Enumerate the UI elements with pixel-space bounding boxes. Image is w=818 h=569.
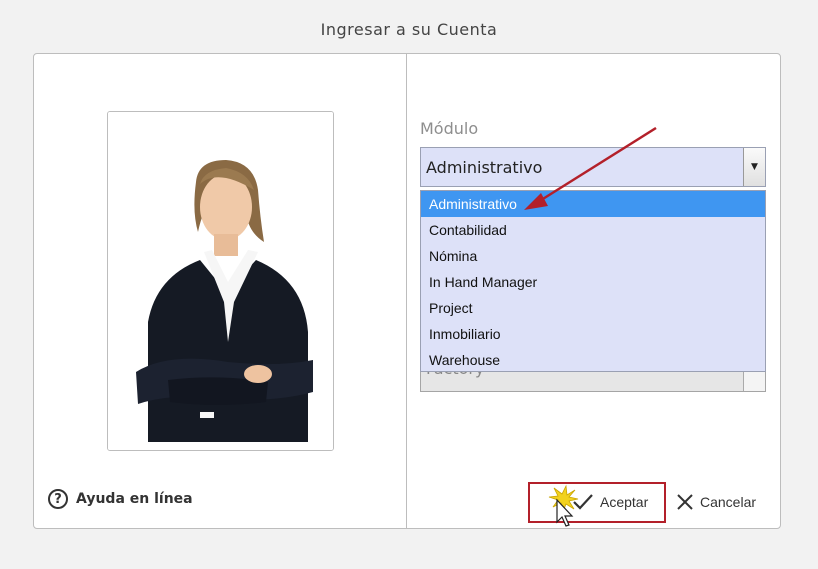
checkmark-icon [573, 494, 593, 510]
question-mark-icon: ? [48, 489, 68, 509]
businesswoman-photo [108, 112, 333, 450]
cancel-button[interactable]: Cancelar [676, 486, 756, 518]
dropdown-option-in-hand-manager[interactable]: In Hand Manager [421, 269, 765, 295]
help-link[interactable]: ? Ayuda en línea [48, 489, 193, 509]
dropdown-option-project[interactable]: Project [421, 295, 765, 321]
accept-label: Aceptar [600, 494, 649, 510]
close-icon [677, 494, 693, 510]
module-dropdown-list[interactable]: Administrativo Contabilidad Nómina In Ha… [420, 190, 766, 372]
dropdown-option-inmobiliario[interactable]: Inmobiliario [421, 321, 765, 347]
user-photo [107, 111, 334, 451]
panel-divider [406, 54, 407, 528]
module-select-value: Administrativo [426, 158, 543, 177]
dropdown-option-administrativo[interactable]: Administrativo [421, 191, 765, 217]
dropdown-option-nomina[interactable]: Nómina [421, 243, 765, 269]
module-label: Módulo [420, 119, 479, 138]
module-select[interactable]: Administrativo ▼ [420, 147, 766, 187]
accept-button[interactable]: Aceptar [572, 486, 648, 518]
cancel-label: Cancelar [700, 494, 757, 510]
login-panel: ? Ayuda en línea Módulo Administrativo ▼… [33, 53, 781, 529]
dialog-title: Ingresar a su Cuenta [320, 20, 498, 39]
chevron-down-icon[interactable]: ▼ [743, 148, 765, 186]
help-label: Ayuda en línea [76, 491, 193, 507]
dropdown-option-contabilidad[interactable]: Contabilidad [421, 217, 765, 243]
dropdown-option-warehouse[interactable]: Warehouse [421, 347, 765, 373]
